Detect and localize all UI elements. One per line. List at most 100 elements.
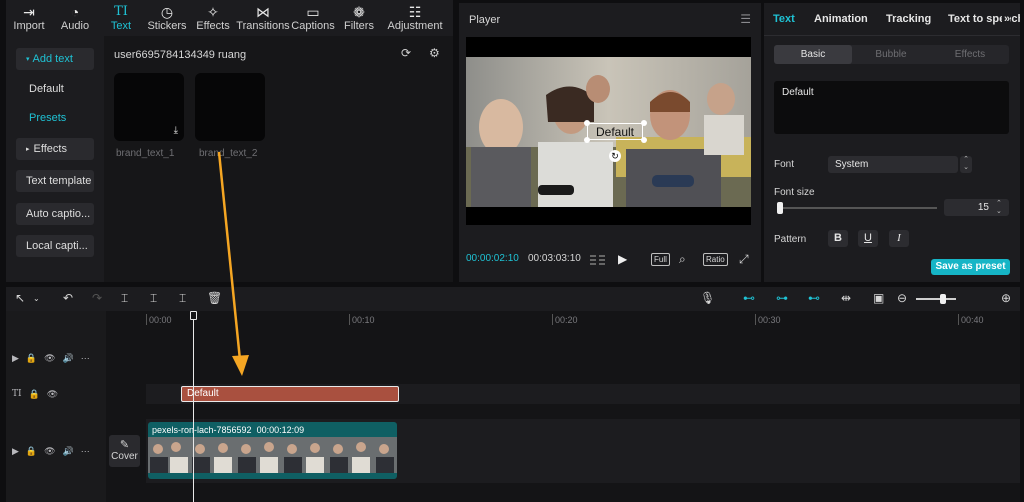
tab-adjustment[interactable]: ☷ Adjustment	[382, 0, 448, 36]
current-time: 00:00:02:10	[466, 253, 519, 264]
zoom-fit-icon[interactable]: ⌕	[679, 252, 686, 267]
video-clip-label: pexels-ron-lach-7856592 00:00:12:09	[152, 425, 304, 435]
nav-default[interactable]: Default	[16, 78, 94, 100]
eye-icon[interactable]: 👁	[44, 353, 55, 364]
video-preview[interactable]: Default ↻	[466, 37, 751, 225]
volume-icon[interactable]: 🔊	[63, 446, 74, 457]
tab-tracking[interactable]: Tracking	[886, 13, 931, 25]
slider-handle[interactable]	[777, 202, 783, 214]
linkage-icon[interactable]: ⊷	[808, 291, 820, 305]
underline-button[interactable]: U	[858, 230, 878, 247]
eye-icon[interactable]: 👁	[47, 389, 58, 400]
font-select[interactable]: System	[828, 156, 958, 173]
track-empty: ▶ 🔒 👁 🔊 ⋯	[6, 334, 1020, 384]
resize-handle[interactable]	[584, 137, 590, 143]
undo-icon[interactable]: ↶	[63, 291, 73, 305]
save-as-preset-button[interactable]: Save as preset	[931, 259, 1010, 275]
zoom-slider-handle[interactable]	[940, 294, 946, 304]
zoom-out-icon[interactable]: ⊖	[897, 291, 907, 305]
chevron-down-icon[interactable]: ⌄	[33, 294, 40, 303]
playhead-handle[interactable]	[190, 311, 197, 320]
timeline-zoom-slider[interactable]	[916, 298, 956, 300]
nav-text-template[interactable]: Text template	[16, 170, 94, 192]
resize-handle[interactable]	[641, 137, 647, 143]
fullscreen-icon[interactable]: ⤢	[739, 252, 749, 267]
text-clip[interactable]: Default	[181, 386, 399, 402]
font-stepper-icon[interactable]: ⌃ ⌄	[960, 156, 972, 173]
full-button[interactable]: Full	[651, 253, 670, 266]
lock-icon[interactable]: 🔒	[26, 353, 37, 364]
cover-button[interactable]: ✎ Cover	[109, 435, 140, 467]
tab-import[interactable]: ⇥ Import	[6, 0, 52, 36]
font-size-stepper-icon[interactable]: ⌃ ⌄	[996, 200, 1002, 216]
resize-handle[interactable]	[584, 120, 590, 126]
select-cursor-icon[interactable]: ↖	[15, 291, 25, 305]
text-content-input[interactable]: Default	[774, 81, 1009, 134]
tab-captions-label: Captions	[291, 20, 335, 32]
ruler-tick: 00:00	[149, 315, 172, 325]
bold-button[interactable]: B	[828, 230, 848, 247]
tab-stickers[interactable]: ◷ Stickers	[144, 0, 190, 36]
auto-snap-icon[interactable]: ⊶	[776, 291, 788, 305]
zoom-in-icon[interactable]: ⊕	[1001, 291, 1011, 305]
timeline[interactable]: 00:00 00:10 00:20 00:30 00:40 ▶ 🔒 👁 🔊 ⋯ …	[6, 311, 1020, 502]
ratio-button[interactable]: Ratio	[703, 253, 728, 266]
track-controls: TI 🔒 👁	[12, 389, 58, 400]
nav-add-text[interactable]: ▾ Add text	[16, 48, 94, 70]
redo-icon[interactable]: ↷	[92, 291, 102, 305]
tab-text-props[interactable]: Text	[773, 13, 795, 25]
preview-axis-icon[interactable]: ⇹	[841, 291, 851, 305]
preset-card-brand-text-1[interactable]: ⤓	[114, 73, 184, 141]
rotate-icon[interactable]: ↻	[609, 150, 621, 162]
tab-animation[interactable]: Animation	[814, 13, 868, 25]
nav-effects[interactable]: ▸ Effects	[16, 138, 94, 160]
eye-icon[interactable]: 👁	[44, 446, 55, 457]
time-ruler[interactable]: 00:00 00:10 00:20 00:30 00:40	[106, 311, 1020, 329]
microphone-icon[interactable]: 🎙	[700, 291, 715, 305]
font-size-slider[interactable]	[777, 202, 937, 214]
split-left-icon[interactable]: ⌶	[150, 291, 157, 306]
tab-effects-label: Effects	[196, 20, 230, 32]
split-icon[interactable]: ⌶	[121, 291, 128, 306]
video-track-icon: ▶	[12, 446, 19, 456]
timecode-grid-icon[interactable]	[590, 254, 606, 266]
refresh-icon[interactable]: ⟳	[401, 46, 411, 60]
subtitle-icon[interactable]: ▣	[873, 291, 884, 305]
more-tabs-icon[interactable]: »	[1002, 13, 1011, 25]
more-icon[interactable]: ⋯	[81, 353, 90, 364]
nav-presets[interactable]: Presets	[16, 107, 94, 129]
track-controls: ▶ 🔒 👁 🔊 ⋯	[12, 446, 90, 457]
subtab-basic[interactable]: Basic	[774, 45, 852, 64]
tab-text[interactable]: TI Text	[98, 0, 144, 36]
text-overlay-box[interactable]: Default	[587, 123, 643, 140]
tab-filters[interactable]: ❁ Filters	[336, 0, 382, 36]
lock-icon[interactable]: 🔒	[26, 446, 37, 457]
menu-icon[interactable]: ☰	[740, 12, 751, 26]
tab-transitions[interactable]: ⋈ Transitions	[236, 0, 290, 36]
video-clip[interactable]: pexels-ron-lach-7856592 00:00:12:09	[148, 422, 397, 479]
subtab-bubble[interactable]: Bubble	[852, 45, 930, 64]
split-right-icon[interactable]: ⌶	[179, 291, 186, 306]
playhead[interactable]	[193, 311, 194, 502]
settings-icon[interactable]: ⚙	[429, 46, 440, 60]
property-panel: Text Animation Tracking Text to speech »…	[764, 3, 1020, 282]
play-icon[interactable]: ▶	[618, 252, 627, 266]
tab-audio[interactable]: ◔ Audio	[52, 0, 98, 36]
italic-button[interactable]: I	[889, 230, 909, 247]
resize-handle[interactable]	[641, 120, 647, 126]
tab-captions[interactable]: ▭ Captions	[290, 0, 336, 36]
nav-auto-captions[interactable]: Auto captio...	[16, 203, 94, 225]
main-track-magnet-icon[interactable]: ⊷	[743, 291, 755, 305]
lock-icon[interactable]: 🔒	[29, 389, 40, 400]
player-controls: 00:00:02:10 00:03:03:10 ▶ Full ⌕ Ratio ⤢	[459, 252, 761, 269]
download-icon[interactable]: ⤓	[174, 125, 178, 136]
subtab-effects[interactable]: Effects	[931, 45, 1009, 64]
delete-icon[interactable]: 🗑	[207, 291, 222, 305]
text-icon: TI	[114, 4, 128, 19]
ruler-tick: 00:40	[961, 315, 984, 325]
preset-card-brand-text-2[interactable]	[195, 73, 265, 141]
nav-local-captions[interactable]: Local capti...	[16, 235, 94, 257]
tab-effects[interactable]: ✧ Effects	[190, 0, 236, 36]
more-icon[interactable]: ⋯	[81, 446, 90, 457]
volume-icon[interactable]: 🔊	[63, 353, 74, 364]
